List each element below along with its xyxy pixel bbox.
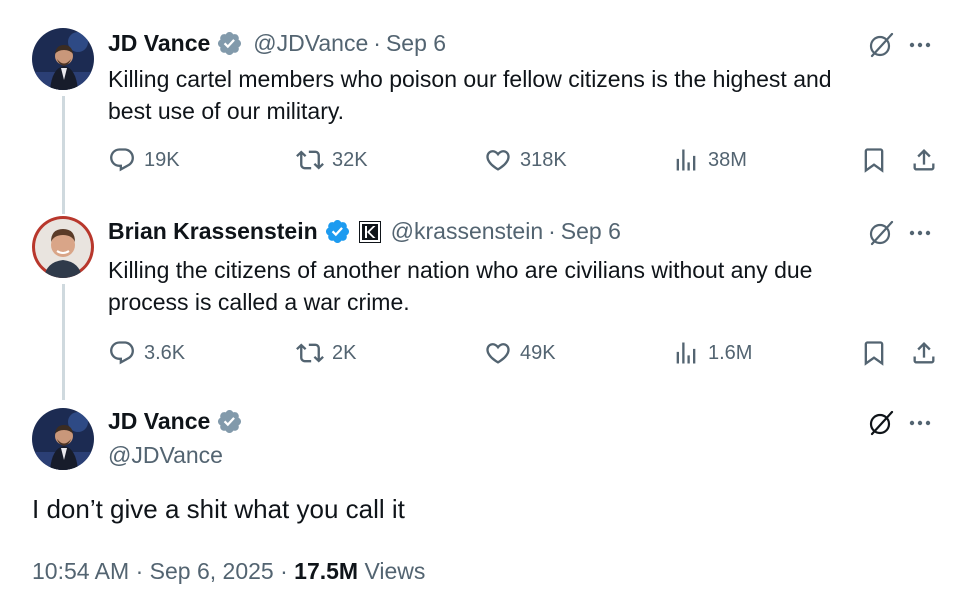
tweet-text-line: best use of our military.	[108, 98, 345, 124]
reply-icon	[110, 148, 134, 172]
like-button[interactable]: 49K	[484, 339, 556, 367]
tweet-date[interactable]: Sep 6, 2025	[150, 558, 274, 584]
like-button[interactable]: 318K	[484, 146, 567, 174]
views-count: 38M	[708, 148, 747, 171]
like-count: 318K	[520, 148, 567, 171]
bookmark-button[interactable]	[860, 339, 888, 367]
avatar[interactable]	[32, 28, 94, 90]
tweet-header: Brian Krassenstein @krassenstein · Sep 6	[108, 218, 621, 245]
tweet-text-line: process is called a war crime.	[108, 289, 410, 315]
grok-icon[interactable]	[866, 218, 896, 248]
verified-badge-icon	[216, 30, 243, 57]
share-icon	[913, 342, 935, 364]
tweet-corner-actions	[866, 408, 934, 438]
separator: ·	[135, 558, 144, 584]
reply-count: 3.6K	[144, 341, 186, 364]
retweet-button[interactable]: 2K	[296, 339, 356, 367]
avatar[interactable]	[32, 408, 94, 470]
bookmark-icon	[864, 341, 884, 366]
bookmark-icon	[864, 148, 884, 173]
tweet-text-line: Killing cartel members who poison our fe…	[108, 66, 832, 92]
grok-icon[interactable]	[866, 408, 896, 438]
tweet-header: JD Vance @JDVance · Sep 6	[108, 30, 446, 57]
heart-icon	[486, 150, 510, 171]
author-name[interactable]: JD Vance	[108, 408, 210, 435]
views-count: 1.6M	[708, 341, 753, 364]
views-icon	[676, 342, 696, 364]
tweet-meta: 10:54 AM · Sep 6, 2025 · 17.5M Views	[32, 558, 425, 585]
author-handle[interactable]: @krassenstein	[391, 218, 543, 245]
action-bar: 19K 32K 318K 38M	[108, 146, 948, 176]
verified-badge-icon	[324, 218, 351, 245]
reply-icon	[110, 341, 134, 365]
separator: ·	[373, 30, 381, 56]
retweet-count: 2K	[332, 341, 357, 364]
share-button[interactable]	[910, 146, 938, 174]
tweet-corner-actions	[866, 30, 934, 60]
retweet-count: 32K	[332, 148, 368, 171]
reply-button[interactable]: 3.6K	[108, 339, 185, 367]
tweet-date[interactable]: Sep 6	[386, 30, 446, 57]
heart-icon	[486, 343, 510, 364]
share-button[interactable]	[910, 339, 938, 367]
thread-line	[62, 284, 65, 400]
reply-count: 19K	[144, 148, 180, 171]
views-button[interactable]: 38M	[672, 146, 747, 174]
author-handle[interactable]: @JDVance	[253, 30, 368, 57]
separator: ·	[548, 218, 556, 244]
tweet-text: Killing the citizens of another nation w…	[108, 254, 812, 318]
thread-line	[62, 96, 65, 214]
grok-icon[interactable]	[866, 30, 896, 60]
action-bar: 3.6K 2K 49K 1.6M	[108, 339, 948, 369]
tweet-header: JD Vance	[108, 408, 243, 435]
reply-button[interactable]: 19K	[108, 146, 180, 174]
separator: ·	[280, 558, 288, 584]
avatar[interactable]	[32, 216, 94, 278]
views-label: Views	[364, 558, 426, 584]
retweet-button[interactable]: 32K	[296, 146, 368, 174]
tweet-time[interactable]: 10:54 AM	[32, 558, 129, 584]
affiliate-logo-icon[interactable]	[358, 220, 381, 243]
retweet-icon	[296, 343, 324, 363]
bookmark-button[interactable]	[860, 146, 888, 174]
share-icon	[913, 149, 935, 171]
tweet-corner-actions	[866, 218, 934, 248]
like-count: 49K	[520, 341, 556, 364]
author-name[interactable]: JD Vance	[108, 30, 210, 57]
views-count: 17.5M	[294, 558, 359, 584]
more-icon[interactable]	[906, 409, 934, 437]
tweet-date[interactable]: Sep 6	[561, 218, 621, 245]
tweet-text: I don’t give a shit what you call it	[32, 494, 405, 524]
views-button[interactable]: 1.6M	[672, 339, 752, 367]
author-handle[interactable]: @JDVance	[108, 442, 223, 469]
views-icon	[676, 149, 696, 171]
verified-badge-icon	[216, 408, 243, 435]
more-icon[interactable]	[906, 219, 934, 247]
author-name[interactable]: Brian Krassenstein	[108, 218, 318, 245]
retweet-icon	[296, 150, 324, 170]
tweet-text: Killing cartel members who poison our fe…	[108, 63, 832, 127]
more-icon[interactable]	[906, 31, 934, 59]
tweet-text-line: Killing the citizens of another nation w…	[108, 257, 813, 283]
